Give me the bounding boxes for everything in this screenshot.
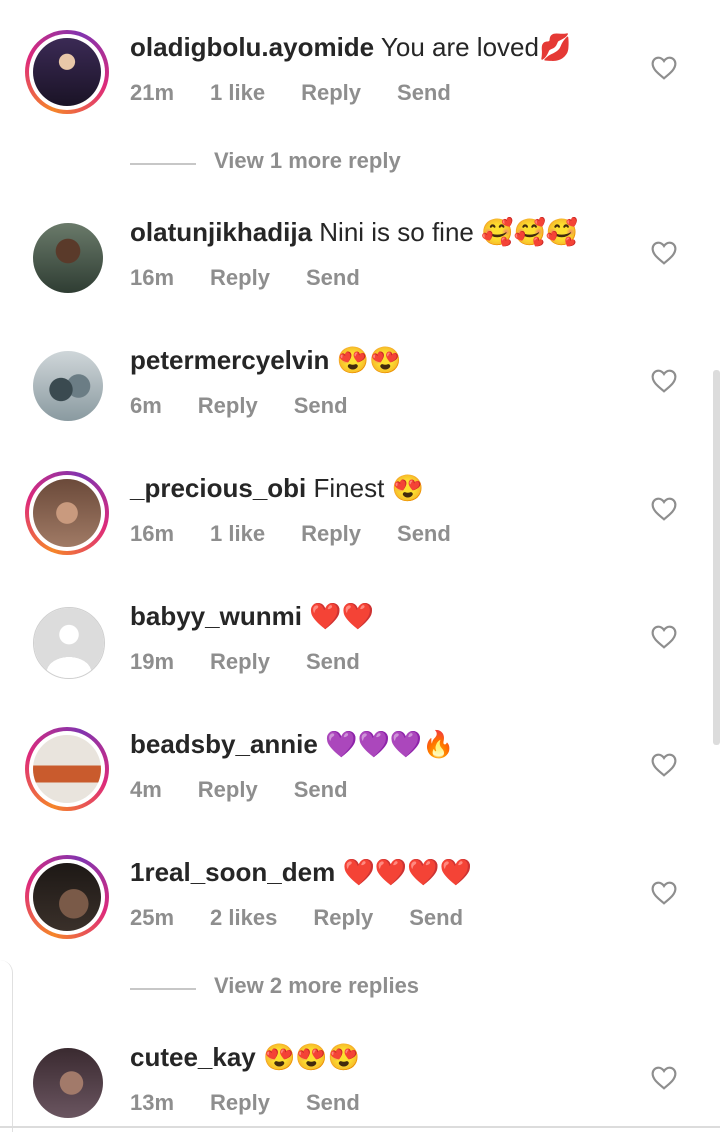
send-button[interactable]: Send bbox=[306, 649, 360, 674]
comment-emoji: 💜💜💜🔥 bbox=[325, 729, 455, 759]
like-heart-icon[interactable] bbox=[651, 1066, 677, 1090]
divider bbox=[0, 1126, 720, 1128]
avatar[interactable] bbox=[25, 1040, 109, 1124]
comment-meta: 4m Reply Send bbox=[130, 777, 384, 803]
comment-item: petermercyelvin 😍😍 6m Reply Send bbox=[0, 343, 720, 443]
comment-emoji: ❤️❤️ bbox=[309, 601, 374, 631]
comment-line: _precious_obi Finest 😍 bbox=[130, 473, 424, 504]
comment-line: babyy_wunmi ❤️❤️ bbox=[130, 601, 374, 632]
send-button[interactable]: Send bbox=[294, 393, 348, 418]
comment-username[interactable]: babyy_wunmi bbox=[130, 601, 302, 631]
comment-username[interactable]: 1real_soon_dem bbox=[130, 857, 335, 887]
comment-text: Nini is so fine bbox=[319, 217, 474, 247]
comment-username[interactable]: petermercyelvin bbox=[130, 345, 329, 375]
comment-item: beadsby_annie 💜💜💜🔥 4m Reply Send bbox=[0, 727, 720, 827]
reply-button[interactable]: Reply bbox=[313, 905, 373, 930]
comment-emoji: 😍😍😍 bbox=[263, 1042, 361, 1072]
comment-line: 1real_soon_dem ❤️❤️❤️❤️ bbox=[130, 857, 472, 888]
comment-meta: 13m Reply Send bbox=[130, 1090, 396, 1116]
comment-meta: 25m 2 likes Reply Send bbox=[130, 905, 499, 931]
comment-likes[interactable]: 1 like bbox=[210, 521, 265, 546]
send-button[interactable]: Send bbox=[306, 1090, 360, 1115]
comment-emoji: 🥰🥰🥰 bbox=[481, 217, 579, 247]
avatar[interactable] bbox=[25, 343, 109, 427]
avatar[interactable] bbox=[25, 30, 109, 114]
avatar[interactable] bbox=[25, 599, 109, 683]
comment-username[interactable]: olatunjikhadija bbox=[130, 217, 312, 247]
reply-button[interactable]: Reply bbox=[301, 521, 361, 546]
reply-button[interactable]: Reply bbox=[210, 1090, 270, 1115]
comment-time: 6m bbox=[130, 393, 162, 418]
reply-button[interactable]: Reply bbox=[210, 649, 270, 674]
divider bbox=[130, 988, 196, 990]
comment-time: 19m bbox=[130, 649, 175, 674]
avatar[interactable] bbox=[25, 215, 109, 299]
avatar[interactable] bbox=[25, 727, 109, 811]
comment-username[interactable]: cutee_kay bbox=[130, 1042, 256, 1072]
comment-item: babyy_wunmi ❤️❤️ 19m Reply Send bbox=[0, 599, 720, 699]
comment-meta: 16m Reply Send bbox=[130, 265, 396, 291]
send-button[interactable]: Send bbox=[306, 265, 360, 290]
comment-text: Finest bbox=[313, 473, 385, 503]
comment-item: 1real_soon_dem ❤️❤️❤️❤️ 25m 2 likes Reply S… bbox=[0, 855, 720, 955]
comment-meta: 6m Reply Send bbox=[130, 393, 384, 419]
avatar[interactable] bbox=[25, 471, 109, 555]
view-more-label[interactable]: View 1 more reply bbox=[214, 148, 401, 174]
comment-line: oladigbolu.ayomide You are loved💋 bbox=[130, 32, 571, 63]
send-button[interactable]: Send bbox=[397, 80, 451, 105]
comment-item: cutee_kay 😍😍😍 13m Reply Send bbox=[0, 1040, 720, 1140]
comment-time: 21m bbox=[130, 80, 175, 105]
send-button[interactable]: Send bbox=[409, 905, 463, 930]
comment-likes[interactable]: 2 likes bbox=[210, 905, 277, 930]
view-more-label[interactable]: View 2 more replies bbox=[214, 973, 419, 999]
like-heart-icon[interactable] bbox=[651, 241, 677, 265]
scrollbar[interactable] bbox=[713, 370, 720, 745]
comment-item: oladigbolu.ayomide You are loved💋 21m 1 l… bbox=[0, 30, 720, 130]
view-more-replies-button[interactable]: View 1 more reply bbox=[130, 148, 530, 178]
reply-button[interactable]: Reply bbox=[198, 777, 258, 802]
comment-line: petermercyelvin 😍😍 bbox=[130, 345, 401, 376]
reply-button[interactable]: Reply bbox=[301, 80, 361, 105]
comment-meta: 19m Reply Send bbox=[130, 649, 396, 675]
comment-meta: 16m 1 like Reply Send bbox=[130, 521, 487, 547]
like-heart-icon[interactable] bbox=[651, 369, 677, 393]
like-heart-icon[interactable] bbox=[651, 881, 677, 905]
comment-time: 4m bbox=[130, 777, 162, 802]
default-avatar-icon bbox=[34, 608, 104, 678]
send-button[interactable]: Send bbox=[397, 521, 451, 546]
like-heart-icon[interactable] bbox=[651, 753, 677, 777]
comment-username[interactable]: oladigbolu.ayomide bbox=[130, 32, 374, 62]
comment-username[interactable]: _precious_obi bbox=[130, 473, 306, 503]
comment-emoji: 💋 bbox=[538, 32, 572, 62]
comment-line: cutee_kay 😍😍😍 bbox=[130, 1042, 360, 1073]
comment-meta: 21m 1 like Reply Send bbox=[130, 80, 487, 106]
reply-button[interactable]: Reply bbox=[210, 265, 270, 290]
avatar[interactable] bbox=[25, 855, 109, 939]
comment-time: 25m bbox=[130, 905, 175, 930]
comment-likes[interactable]: 1 like bbox=[210, 80, 265, 105]
comment-line: olatunjikhadija Nini is so fine 🥰🥰🥰 bbox=[130, 217, 578, 248]
comment-username[interactable]: beadsby_annie bbox=[130, 729, 318, 759]
comment-time: 16m bbox=[130, 265, 175, 290]
like-heart-icon[interactable] bbox=[651, 497, 677, 521]
edge-panel bbox=[0, 960, 13, 1132]
reply-button[interactable]: Reply bbox=[198, 393, 258, 418]
comment-time: 13m bbox=[130, 1090, 175, 1115]
comment-emoji: 😍😍 bbox=[336, 345, 402, 375]
comment-item: olatunjikhadija Nini is so fine 🥰🥰🥰 16m R… bbox=[0, 215, 720, 315]
comment-emoji: 😍 bbox=[391, 473, 424, 503]
comment-item: _precious_obi Finest 😍 16m 1 like Reply Sen… bbox=[0, 471, 720, 571]
divider bbox=[130, 163, 196, 165]
comment-emoji: ❤️❤️❤️❤️ bbox=[342, 857, 472, 887]
send-button[interactable]: Send bbox=[294, 777, 348, 802]
comment-line: beadsby_annie 💜💜💜🔥 bbox=[130, 729, 455, 760]
comment-time: 16m bbox=[130, 521, 175, 546]
like-heart-icon[interactable] bbox=[651, 56, 677, 80]
comment-text: You are loved bbox=[380, 32, 539, 62]
view-more-replies-button[interactable]: View 2 more replies bbox=[130, 973, 530, 1003]
like-heart-icon[interactable] bbox=[651, 625, 677, 649]
